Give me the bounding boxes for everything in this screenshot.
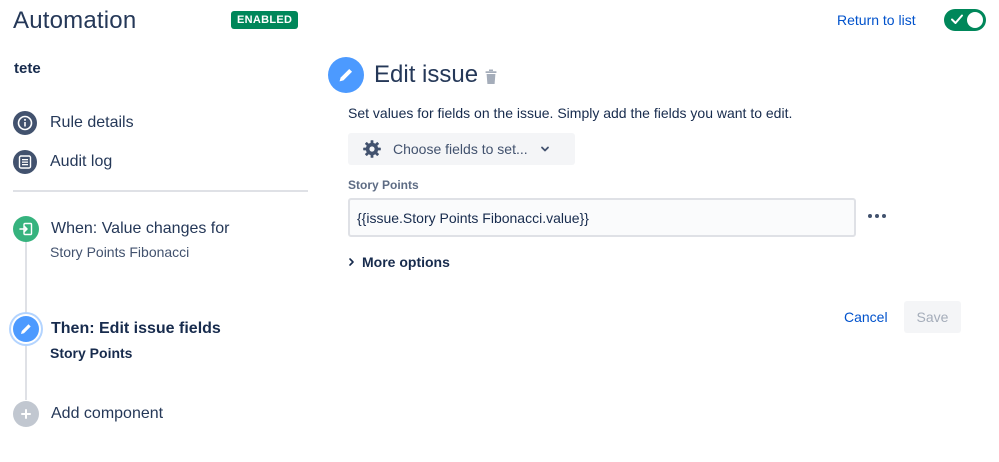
sidebar-divider — [13, 190, 308, 192]
toggle-knob — [967, 12, 983, 28]
save-button[interactable]: Save — [904, 301, 961, 333]
chevron-right-icon — [349, 258, 354, 266]
list-icon — [13, 150, 37, 174]
more-actions-icon[interactable] — [865, 206, 889, 226]
page-title: Automation — [13, 7, 137, 34]
component-subtitle: Story Points — [50, 345, 133, 361]
component-subtitle: Story Points Fibonacci — [50, 244, 190, 260]
rule-name: tete — [14, 60, 41, 77]
component-title: Then: Edit issue fields — [51, 320, 221, 337]
sidebar-item-rule-details[interactable]: Rule details — [13, 111, 134, 135]
sidebar-item-label: Audit log — [50, 153, 113, 170]
sidebar-item-label: Rule details — [50, 114, 134, 131]
trigger-icon — [13, 216, 39, 242]
field-label: Story Points — [348, 178, 419, 192]
component-title: Add component — [51, 405, 164, 422]
plus-icon — [13, 401, 39, 427]
sidebar-item-audit-log[interactable]: Audit log — [13, 150, 112, 174]
component-title: When: Value changes for — [51, 220, 230, 237]
more-options-label: More options — [362, 254, 450, 270]
info-icon — [13, 111, 37, 135]
gear-icon — [363, 140, 381, 158]
pencil-icon — [13, 316, 39, 342]
cancel-button[interactable]: Cancel — [836, 301, 896, 333]
editor-title: Edit issue — [374, 61, 479, 88]
editor-description: Set values for fields on the issue. Simp… — [348, 105, 793, 121]
chevron-down-icon — [540, 146, 549, 152]
check-icon — [951, 14, 963, 24]
return-to-list-link[interactable]: Return to list — [837, 12, 916, 28]
choose-fields-label: Choose fields to set... — [393, 141, 528, 157]
story-points-field[interactable] — [348, 198, 856, 237]
status-badge: ENABLED — [231, 11, 299, 29]
more-options-toggle[interactable]: More options — [348, 254, 450, 270]
choose-fields-dropdown[interactable]: Choose fields to set... — [348, 133, 575, 165]
pencil-icon — [328, 57, 364, 93]
trash-icon[interactable] — [485, 69, 497, 85]
rule-enabled-toggle[interactable] — [944, 9, 986, 31]
